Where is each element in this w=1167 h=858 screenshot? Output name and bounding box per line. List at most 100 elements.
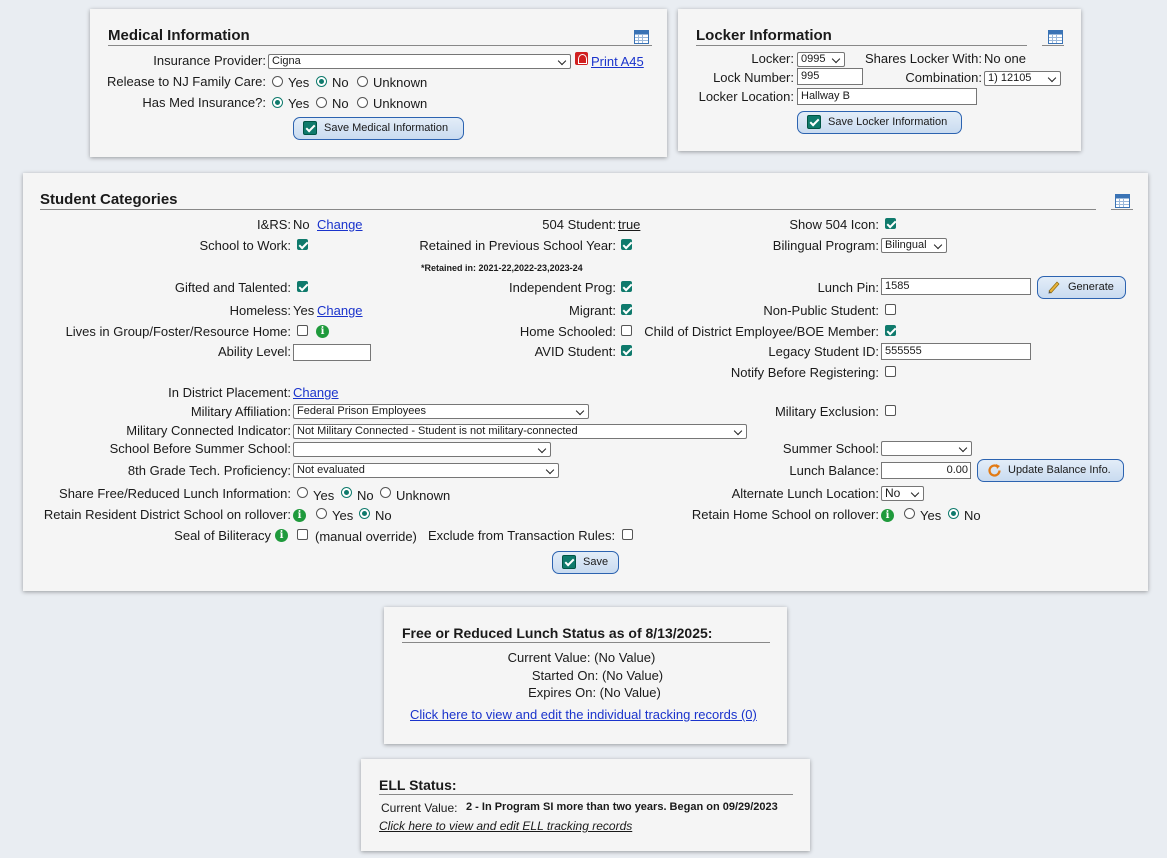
release-yes-label: Yes — [288, 75, 310, 90]
student-categories-title: Student Categories — [40, 191, 1096, 210]
home-schooled-checkbox[interactable] — [621, 325, 632, 336]
lunch-balance-input[interactable]: 0.00 — [881, 462, 971, 479]
save-locker-information-button[interactable]: Save Locker Information — [797, 111, 962, 134]
exclude-transaction-checkbox[interactable] — [622, 529, 633, 540]
retain-resident-no-radio[interactable] — [359, 508, 370, 519]
504-student-value: true — [618, 217, 641, 232]
non-public-student-label: Non-Public Student: — [763, 303, 879, 318]
in-district-placement-label: In District Placement: — [168, 385, 291, 400]
military-affiliation-select[interactable]: Federal Prison Employees — [293, 404, 589, 419]
tech-proficiency-select[interactable]: Not evaluated — [293, 463, 559, 478]
combination-label: Combination: — [905, 70, 982, 85]
info-icon[interactable]: i — [275, 529, 288, 542]
migrant-checkbox[interactable] — [621, 304, 632, 315]
refresh-icon — [987, 463, 1001, 477]
lunch-pin-input[interactable]: 1585 — [881, 278, 1031, 295]
generate-button[interactable]: Generate — [1037, 276, 1126, 299]
combination-select[interactable]: 1) 12105 — [984, 71, 1061, 86]
release-nj-family-care-label: Release to NJ Family Care: — [107, 74, 266, 89]
has-ins-yes-radio[interactable] — [272, 97, 283, 108]
print-a45-link[interactable]: Print A45 — [591, 54, 644, 69]
retain-resident-yes-radio[interactable] — [316, 508, 327, 519]
independent-prog-checkbox[interactable] — [621, 281, 632, 292]
share-yes-radio[interactable] — [297, 487, 308, 498]
seal-of-biliteracy-checkbox[interactable] — [297, 529, 308, 540]
retain-resident-yes-label: Yes — [332, 508, 354, 523]
ability-level-input[interactable] — [293, 344, 371, 361]
update-balance-button[interactable]: Update Balance Info. — [977, 459, 1124, 482]
lock-number-input[interactable]: 995 — [797, 68, 863, 85]
locker-label: Locker: — [751, 51, 794, 66]
insurance-provider-label: Insurance Provider: — [153, 53, 266, 68]
insurance-provider-select[interactable]: Cigna — [268, 54, 571, 69]
share-unknown-radio[interactable] — [380, 487, 391, 498]
homeless-change-link[interactable]: Change — [317, 303, 363, 318]
non-public-student-checkbox[interactable] — [885, 304, 896, 315]
info-icon[interactable]: i — [881, 509, 894, 522]
ell-tracking-records-link[interactable]: Click here to view and edit ELL tracking… — [379, 819, 632, 833]
share-no-label: No — [357, 488, 374, 503]
has-ins-no-label: No — [332, 96, 349, 111]
school-to-work-checkbox[interactable] — [297, 239, 308, 250]
notify-before-registering-checkbox[interactable] — [885, 366, 896, 377]
shares-locker-value: No one — [984, 51, 1026, 66]
retain-resident-label: Retain Resident District School on rollo… — [43, 507, 291, 522]
share-no-radio[interactable] — [341, 487, 352, 498]
homeless-value: Yes — [293, 303, 315, 318]
locker-select[interactable]: 0995 — [797, 52, 845, 67]
student-categories-panel: Student Categories I&RS: No Change 504 S… — [23, 173, 1148, 591]
calendar-icon[interactable] — [634, 30, 649, 44]
locker-location-input[interactable]: Hallway B — [797, 88, 977, 105]
release-no-radio[interactable] — [316, 76, 327, 87]
in-district-placement-change-link[interactable]: Change — [293, 385, 339, 400]
lives-group-home-checkbox[interactable] — [297, 325, 308, 336]
share-unknown-label: Unknown — [396, 488, 451, 503]
has-ins-no-radio[interactable] — [316, 97, 327, 108]
military-connected-select[interactable]: Not Military Connected - Student is not … — [293, 424, 747, 439]
release-yes-radio[interactable] — [272, 76, 283, 87]
release-unknown-radio[interactable] — [357, 76, 368, 87]
retained-checkbox[interactable] — [621, 239, 632, 250]
school-before-summer-select[interactable] — [293, 442, 551, 457]
release-no-label: No — [332, 75, 349, 90]
frl-expires-on: Expires On: (No Value) — [528, 685, 661, 700]
avid-student-checkbox[interactable] — [621, 345, 632, 356]
title-underline — [628, 45, 652, 46]
has-ins-unknown-radio[interactable] — [357, 97, 368, 108]
bilingual-program-select[interactable]: Bilingual — [881, 238, 947, 253]
frl-current-value: Current Value: (No Value) — [507, 650, 656, 665]
notify-before-registering-label: Notify Before Registering: — [730, 365, 879, 380]
school-to-work-label: School to Work: — [199, 238, 291, 253]
checkmark-icon — [303, 121, 317, 135]
show-504-icon-checkbox[interactable] — [885, 218, 896, 229]
manual-override-label: (manual override) — [315, 529, 417, 544]
alternate-lunch-select[interactable]: No — [881, 486, 924, 501]
generate-label: Generate — [1068, 281, 1114, 293]
save-button[interactable]: Save — [552, 551, 619, 574]
gifted-talented-checkbox[interactable] — [297, 281, 308, 292]
retain-home-no-radio[interactable] — [948, 508, 959, 519]
info-icon[interactable]: i — [293, 509, 306, 522]
gifted-talented-label: Gifted and Talented: — [174, 280, 291, 295]
summer-school-select[interactable] — [881, 441, 972, 456]
legacy-student-id-input[interactable]: 555555 — [881, 343, 1031, 360]
shares-locker-label: Shares Locker With: — [864, 51, 982, 66]
retained-label: Retained in Previous School Year: — [419, 238, 616, 253]
calendar-icon[interactable] — [1048, 30, 1063, 44]
retain-home-yes-radio[interactable] — [904, 508, 915, 519]
info-icon[interactable]: i — [316, 325, 329, 338]
child-of-employee-checkbox[interactable] — [885, 325, 896, 336]
retain-resident-no-label: No — [375, 508, 392, 523]
calendar-icon[interactable] — [1115, 194, 1130, 208]
military-connected-label: Military Connected Indicator: — [126, 423, 291, 438]
military-exclusion-checkbox[interactable] — [885, 405, 896, 416]
save-medical-information-button[interactable]: Save Medical Information — [293, 117, 464, 140]
locker-information-title: Locker Information — [696, 27, 1027, 46]
frl-started-on: Started On: (No Value) — [531, 668, 664, 683]
legacy-student-id-label: Legacy Student ID: — [768, 344, 879, 359]
has-med-insurance-label: Has Med Insurance?: — [142, 95, 266, 110]
migrant-label: Migrant: — [569, 303, 616, 318]
frl-tracking-records-link[interactable]: Click here to view and edit the individu… — [410, 707, 757, 722]
update-balance-label: Update Balance Info. — [1008, 464, 1111, 476]
irs-change-link[interactable]: Change — [317, 217, 363, 232]
